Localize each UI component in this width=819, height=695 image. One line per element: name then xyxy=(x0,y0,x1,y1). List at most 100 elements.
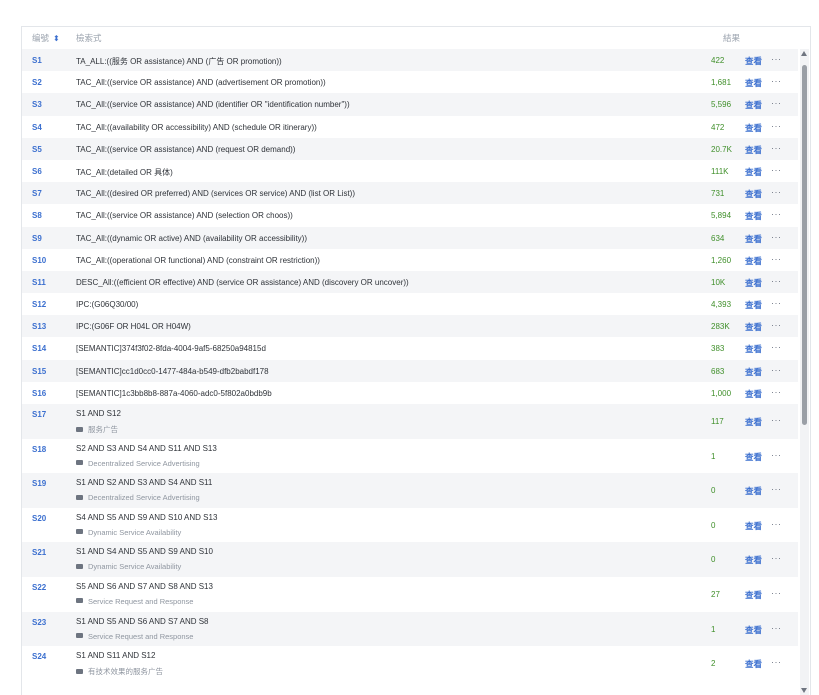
table-row: S22 S5 AND S6 AND S7 AND S8 AND S13 Servic… xyxy=(22,577,798,612)
query-id[interactable]: S10 xyxy=(32,256,46,265)
query-id[interactable]: S8 xyxy=(32,211,42,220)
view-button[interactable]: 查看 xyxy=(745,589,762,601)
more-options-icon[interactable]: ··· xyxy=(771,415,782,425)
more-options-icon[interactable]: ··· xyxy=(771,232,782,242)
sort-icon[interactable]: ⬍ xyxy=(53,34,60,43)
query-id[interactable]: S7 xyxy=(32,189,42,198)
query-id[interactable]: S24 xyxy=(32,652,46,661)
view-button[interactable]: 查看 xyxy=(745,451,762,463)
more-options-icon[interactable]: ··· xyxy=(771,387,782,397)
more-options-icon[interactable]: ··· xyxy=(771,121,782,131)
view-button[interactable]: 查看 xyxy=(745,366,762,378)
more-options-icon[interactable]: ··· xyxy=(771,98,782,108)
query-id[interactable]: S6 xyxy=(32,167,42,176)
more-options-icon[interactable]: ··· xyxy=(771,276,782,286)
view-button[interactable]: 查看 xyxy=(745,122,762,134)
view-button[interactable]: 查看 xyxy=(745,321,762,333)
view-button[interactable]: 查看 xyxy=(745,188,762,200)
view-button[interactable]: 查看 xyxy=(745,144,762,156)
query-expression: S1 AND S5 AND S6 AND S7 AND S8 xyxy=(76,616,209,626)
view-button[interactable]: 查看 xyxy=(745,554,762,566)
query-id[interactable]: S3 xyxy=(32,100,42,109)
query-expression: TAC_All:((availability OR accessibility)… xyxy=(76,122,317,132)
query-id[interactable]: S16 xyxy=(32,389,46,398)
more-options-icon[interactable]: ··· xyxy=(771,657,782,667)
query-expression: IPC:(G06Q30/00) xyxy=(76,300,139,310)
more-options-icon[interactable]: ··· xyxy=(771,365,782,375)
view-button[interactable]: 查看 xyxy=(745,343,762,355)
more-options-icon[interactable]: ··· xyxy=(771,553,782,563)
view-button[interactable]: 查看 xyxy=(745,520,762,532)
view-button[interactable]: 查看 xyxy=(745,55,762,67)
query-id[interactable]: S9 xyxy=(32,234,42,243)
query-id[interactable]: S1 xyxy=(32,56,42,65)
more-options-icon[interactable]: ··· xyxy=(771,484,782,494)
more-options-icon[interactable]: ··· xyxy=(771,298,782,308)
view-button[interactable]: 查看 xyxy=(745,99,762,111)
query-expression: [SEMANTIC]1c3bb8b8-887a-4060-adc0-5f802a… xyxy=(76,388,272,398)
scrollbar-thumb[interactable] xyxy=(802,65,807,425)
query-id[interactable]: S14 xyxy=(32,344,46,353)
query-id[interactable]: S13 xyxy=(32,322,46,331)
more-options-icon[interactable]: ··· xyxy=(771,143,782,153)
table-row: S21 S1 AND S4 AND S5 AND S9 AND S10 Dynami… xyxy=(22,542,798,577)
query-id[interactable]: S15 xyxy=(32,367,46,376)
table-row: S7 TAC_All:((desired OR preferred) AND (s… xyxy=(22,182,798,205)
view-button[interactable]: 查看 xyxy=(745,233,762,245)
view-button[interactable]: 查看 xyxy=(745,624,762,636)
query-id[interactable]: S21 xyxy=(32,548,46,557)
query-id[interactable]: S22 xyxy=(32,583,46,592)
more-options-icon[interactable]: ··· xyxy=(771,254,782,264)
comment-icon xyxy=(76,529,83,535)
table-row: S13 IPC:(G06F OR H04L OR H04W) 283K 查看 ··· xyxy=(22,315,798,338)
table-row: S17 S1 AND S12 服务广告 117 查看 ··· xyxy=(22,404,798,439)
column-header-number[interactable]: 编號 ⬍ xyxy=(32,32,60,44)
comment-icon xyxy=(76,426,83,432)
view-button[interactable]: 查看 xyxy=(745,277,762,289)
more-options-icon[interactable]: ··· xyxy=(771,209,782,219)
query-note-text: Decentralized Service Advertising xyxy=(88,458,200,468)
query-id[interactable]: S20 xyxy=(32,514,46,523)
more-options-icon[interactable]: ··· xyxy=(771,342,782,352)
query-id[interactable]: S23 xyxy=(32,618,46,627)
query-id[interactable]: S12 xyxy=(32,300,46,309)
query-id[interactable]: S17 xyxy=(32,410,46,419)
view-button[interactable]: 查看 xyxy=(745,166,762,178)
query-note: Decentralized Service Advertising xyxy=(76,459,200,468)
query-id[interactable]: S2 xyxy=(32,78,42,87)
more-options-icon[interactable]: ··· xyxy=(771,320,782,330)
view-button[interactable]: 查看 xyxy=(745,77,762,89)
view-button[interactable]: 查看 xyxy=(745,388,762,400)
more-options-icon[interactable]: ··· xyxy=(771,588,782,598)
view-button[interactable]: 查看 xyxy=(745,210,762,222)
scroll-down-arrow-icon[interactable] xyxy=(801,688,807,693)
vertical-scrollbar[interactable] xyxy=(800,49,809,695)
more-options-icon[interactable]: ··· xyxy=(771,54,782,64)
result-count: 731 xyxy=(711,189,725,199)
query-id[interactable]: S19 xyxy=(32,479,46,488)
view-button[interactable]: 查看 xyxy=(745,658,762,670)
column-header-result: 結果 xyxy=(723,33,741,43)
more-options-icon[interactable]: ··· xyxy=(771,165,782,175)
more-options-icon[interactable]: ··· xyxy=(771,187,782,197)
more-options-icon[interactable]: ··· xyxy=(771,519,782,529)
view-button[interactable]: 查看 xyxy=(745,255,762,267)
query-note-text: Dynamic Service Availability xyxy=(88,562,182,572)
query-id[interactable]: S5 xyxy=(32,145,42,154)
result-count: 117 xyxy=(711,417,724,426)
view-button[interactable]: 查看 xyxy=(745,485,762,497)
query-id[interactable]: S18 xyxy=(32,445,46,454)
table-row: S20 S4 AND S5 AND S9 AND S10 AND S13 Dynam… xyxy=(22,508,798,543)
query-note-text: Decentralized Service Advertising xyxy=(88,493,200,503)
more-options-icon[interactable]: ··· xyxy=(771,623,782,633)
scroll-up-arrow-icon[interactable] xyxy=(801,51,807,56)
query-id[interactable]: S4 xyxy=(32,123,42,132)
query-note: Service Request and Response xyxy=(76,597,193,606)
view-button[interactable]: 查看 xyxy=(745,299,762,311)
view-button[interactable]: 查看 xyxy=(745,416,762,428)
query-id[interactable]: S11 xyxy=(32,278,46,287)
more-options-icon[interactable]: ··· xyxy=(771,76,782,86)
query-note: 有技术效果的服务广告 xyxy=(76,666,163,677)
more-options-icon[interactable]: ··· xyxy=(771,450,782,460)
result-count: 422 xyxy=(711,56,725,65)
